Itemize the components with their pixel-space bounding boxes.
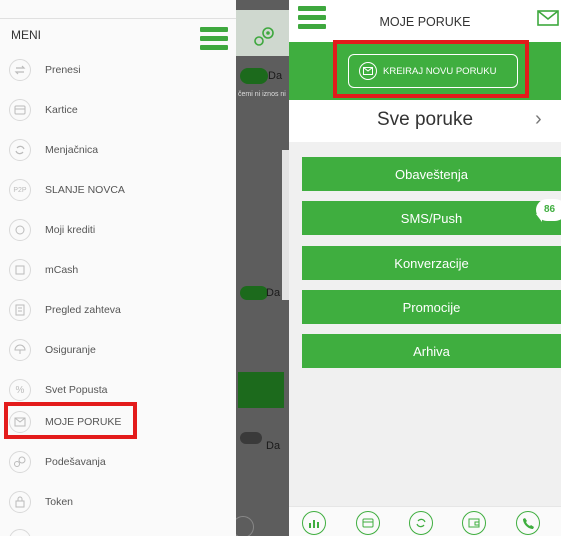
exchange-icon[interactable]: [409, 511, 433, 535]
notifications-button[interactable]: Obaveštenja: [302, 157, 561, 191]
menu-item-partial: [0, 520, 236, 536]
highlight-moje-poruke: [4, 402, 137, 439]
background-box: [238, 372, 284, 408]
partial-icon: [9, 529, 31, 536]
menu-item-label: Pregled zahteva: [45, 304, 121, 316]
background-toggle: [240, 68, 268, 84]
lock-icon: [9, 491, 31, 513]
menu-item-osiguranje[interactable]: Osiguranje: [0, 330, 236, 370]
card-icon: [9, 99, 31, 121]
background-toggle-label: Da: [266, 287, 281, 299]
menu-item-label: Menjačnica: [45, 144, 99, 156]
menu-item-label: Svet Popusta: [45, 384, 108, 396]
menu-item-prenesi[interactable]: Prenesi: [0, 50, 236, 90]
gear-icon: [9, 451, 31, 473]
menu-item-label: SLANJE NOVCA: [45, 184, 125, 196]
chevron-right-icon: ›: [535, 108, 542, 130]
settings-gear-icon[interactable]: [252, 26, 276, 53]
left-screen: Da čemi ni iznos ni Da Da MENI Prenesi K…: [0, 0, 289, 536]
menu-item-mcash[interactable]: mCash: [0, 250, 236, 290]
right-screen: MOJE PORUKE KREIRAJ NOVU PORUKU Sve poru…: [289, 0, 561, 536]
mcash-icon: [9, 259, 31, 281]
sms-count-badge: 86: [536, 199, 561, 221]
menu-item-label: Prenesi: [45, 64, 81, 76]
menu-item-token[interactable]: Token: [0, 482, 236, 522]
archive-button[interactable]: Arhiva: [302, 334, 561, 368]
side-menu-drawer: MENI Prenesi Kartice Menjačnica P2P SLAN…: [0, 0, 236, 536]
highlight-new-message: [333, 40, 529, 98]
menu-title: MENI: [11, 28, 41, 42]
all-messages-label: Sve poruke: [376, 109, 474, 130]
background-toggle-label: Da: [268, 70, 283, 82]
umbrella-icon: [9, 339, 31, 361]
menu-item-label: mCash: [45, 264, 79, 276]
page-title: MOJE PORUKE: [379, 15, 471, 29]
all-messages-row[interactable]: Sve poruke ›: [289, 100, 561, 142]
loan-icon: [9, 219, 31, 241]
background-toggle: [240, 286, 268, 300]
background-toggle-label: Da: [266, 440, 281, 452]
mail-icon[interactable]: [537, 10, 559, 31]
background-toggle: [240, 432, 262, 444]
promotions-button[interactable]: Promocije: [302, 290, 561, 324]
card-icon[interactable]: [356, 511, 380, 535]
chart-icon[interactable]: [302, 511, 326, 535]
menu-item-pregled-zahteva[interactable]: Pregled zahteva: [0, 290, 236, 330]
phone-icon[interactable]: [516, 511, 540, 535]
menu-item-label: Podešavanja: [45, 456, 106, 468]
conversations-button[interactable]: Konverzacije: [302, 246, 561, 280]
hamburger-menu-icon[interactable]: [200, 27, 228, 51]
background-strip: [282, 150, 289, 300]
sms-push-button[interactable]: SMS/Push: [302, 201, 561, 235]
bottom-navigation: [289, 506, 561, 536]
menu-item-moji-krediti[interactable]: Moji krediti: [0, 210, 236, 250]
menu-item-menjacnica[interactable]: Menjačnica: [0, 130, 236, 170]
menu-item-slanje-novca[interactable]: P2P SLANJE NOVCA: [0, 170, 236, 210]
p2p-icon: P2P: [9, 179, 31, 201]
menu-item-label: Token: [45, 496, 74, 508]
menu-item-podesavanja[interactable]: Podešavanja: [0, 442, 236, 482]
exchange-icon: [9, 139, 31, 161]
top-bar: MOJE PORUKE: [289, 0, 561, 42]
menu-item-label: Osiguranje: [45, 344, 96, 356]
transfer-icon: [9, 59, 31, 81]
wallet-icon[interactable]: [462, 511, 486, 535]
requests-icon: [9, 299, 31, 321]
menu-item-label: Kartice: [45, 104, 78, 116]
background-text: čemi ni iznos ni: [238, 91, 286, 98]
menu-item-label: Moji krediti: [45, 224, 96, 236]
percent-icon: %: [9, 379, 31, 401]
menu-item-kartice[interactable]: Kartice: [0, 90, 236, 130]
